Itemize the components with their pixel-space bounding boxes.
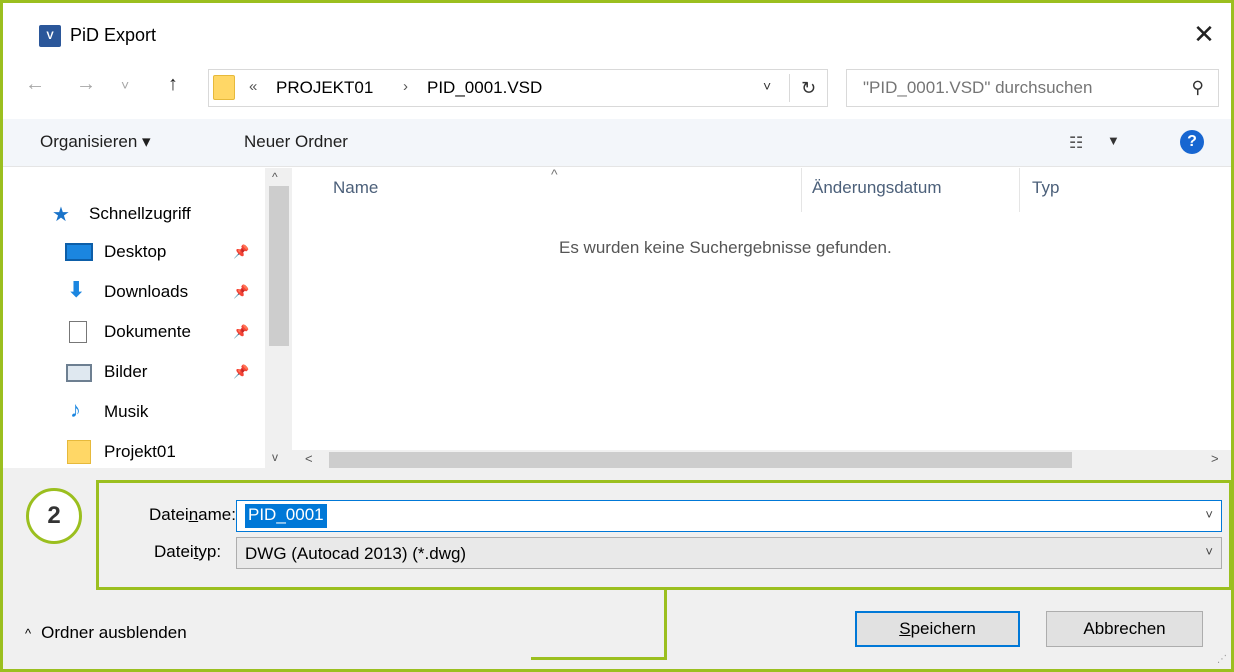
window-title: PiD Export [70, 25, 157, 45]
sidebar-item-label: Projekt01 [104, 442, 176, 461]
cancel-button[interactable]: Abbrechen [1046, 611, 1203, 647]
download-icon: ⬇ [67, 277, 86, 302]
horizontal-scroll-thumb[interactable] [329, 452, 1072, 468]
up-arrow-icon: ↑ [168, 73, 178, 95]
breadcrumb-overflow[interactable]: « [249, 78, 257, 95]
filename-label: Dateiname: [149, 505, 236, 524]
music-note-icon: ♪ [70, 397, 81, 422]
star-icon: ★ [52, 204, 70, 226]
filename-dropdown-button[interactable]: ˅ [1205, 507, 1213, 522]
chevron-down-icon: ˅ [1205, 544, 1213, 559]
sidebar-item-label: Schnellzugriff [89, 204, 191, 223]
column-header-modified[interactable]: Änderungsdatum [812, 178, 941, 198]
chevron-up-icon: ^ [25, 626, 32, 641]
column-header-name[interactable]: Name [333, 178, 378, 198]
sidebar-item-pictures[interactable]: Bilder 📌 [3, 355, 273, 389]
address-bar[interactable]: « PROJEKT01 › PID_0001.VSD ˅ ↻ [208, 69, 828, 107]
back-arrow-icon: ← [25, 73, 45, 95]
scroll-up-icon[interactable]: ^ [272, 170, 278, 184]
search-icon[interactable]: ⚲ [1192, 78, 1204, 98]
view-options-button[interactable]: ☷ [1069, 133, 1083, 153]
sidebar-item-desktop[interactable]: Desktop 📌 [3, 235, 273, 269]
hide-folders-label: Ordner ausblenden [41, 623, 187, 642]
search-input[interactable] [847, 70, 1167, 106]
file-list-horizontal-scrollbar[interactable]: < > [291, 450, 1231, 470]
column-header-type[interactable]: Typ [1032, 178, 1059, 198]
annotation-highlight-box: Dateiname: PID_0001 ˅ Dateityp: DWG (Aut… [96, 480, 1232, 590]
visio-app-icon: V [39, 25, 61, 47]
chevron-down-icon: ˅ [763, 78, 772, 94]
chevron-down-icon: ˅ [1205, 507, 1213, 522]
annotation-connector-line [531, 657, 667, 660]
pin-icon[interactable]: 📌 [233, 284, 249, 300]
pin-icon[interactable]: 📌 [233, 244, 249, 260]
chevron-down-icon: ▼ [1107, 133, 1120, 148]
scroll-down-icon[interactable]: v [272, 450, 278, 464]
close-icon: ✕ [1193, 19, 1215, 49]
save-button[interactable]: Speichern [855, 611, 1020, 647]
forward-button[interactable]: → [76, 73, 96, 96]
breadcrumb-projekt01[interactable]: PROJEKT01 [276, 78, 373, 98]
sidebar-item-label: Bilder [104, 362, 148, 381]
sort-ascending-icon: ^ [551, 166, 558, 182]
filename-input[interactable]: PID_0001 ˅ [236, 500, 1222, 532]
back-button[interactable]: ← [25, 73, 45, 96]
sidebar-item-downloads[interactable]: ⬇ Downloads 📌 [3, 275, 273, 309]
column-divider[interactable] [1019, 168, 1020, 212]
filetype-dropdown-button[interactable]: ˅ [1205, 544, 1213, 559]
close-button[interactable]: ✕ [1187, 17, 1221, 51]
recent-locations-button[interactable]: ˅ [121, 77, 129, 93]
help-icon[interactable]: ? [1180, 130, 1204, 154]
annotation-callout-number: 2 [26, 488, 82, 544]
scroll-left-icon[interactable]: < [305, 451, 313, 466]
folder-icon [213, 75, 235, 100]
picture-icon [66, 364, 92, 382]
pin-icon[interactable]: 📌 [233, 324, 249, 340]
sidebar-item-label: Dokumente [104, 322, 191, 341]
sidebar-item-quick-access[interactable]: ★ Schnellzugriff [3, 197, 273, 231]
refresh-button[interactable]: ↻ [789, 74, 827, 102]
sidebar-scrollbar[interactable]: ^ v [265, 168, 292, 468]
command-toolbar: Organisieren ▾ Neuer Ordner ☷ ▼ ? [3, 119, 1231, 167]
pin-icon[interactable]: 📌 [233, 364, 249, 380]
empty-results-message: Es wurden keine Suchergebnisse gefunden. [559, 238, 892, 257]
forward-arrow-icon: → [76, 73, 96, 95]
sidebar-item-label: Downloads [104, 282, 189, 301]
filetype-select[interactable]: DWG (Autocad 2013) (*.dwg) ˅ [236, 537, 1222, 569]
breadcrumb-separator[interactable]: › [403, 78, 408, 95]
sidebar-scroll-thumb[interactable] [269, 186, 289, 346]
chevron-down-icon: ˅ [121, 77, 130, 93]
sidebar-item-projekt01[interactable]: Projekt01 [3, 435, 273, 469]
file-list: ^ Name Änderungsdatum Typ Es wurden kein… [291, 166, 1231, 470]
view-dropdown-button[interactable]: ▼ [1107, 133, 1120, 148]
organize-button[interactable]: Organisieren ▾ [40, 132, 151, 152]
folder-icon [67, 440, 91, 464]
search-box[interactable]: ⚲ [846, 69, 1219, 107]
filetype-value: DWG (Autocad 2013) (*.dwg) [245, 544, 467, 563]
filetype-label: Dateityp: [154, 542, 222, 561]
address-dropdown-button[interactable]: ˅ [763, 78, 771, 94]
title-bar: V PiD Export ✕ [3, 3, 1231, 59]
document-icon [69, 321, 87, 343]
annotation-connector-line [664, 590, 667, 660]
sidebar-item-music[interactable]: ♪ Musik [3, 395, 273, 429]
column-divider[interactable] [801, 168, 802, 212]
sidebar-item-label: Desktop [104, 242, 167, 261]
filename-value: PID_0001 [245, 504, 327, 528]
new-folder-button[interactable]: Neuer Ordner [244, 132, 348, 152]
save-panel: 2 Dateiname: PID_0001 ˅ Dateityp: DWG (A… [3, 468, 1232, 669]
navigation-bar: ← → ˅ ↑ « PROJEKT01 › PID_0001.VSD ˅ ↻ ⚲ [3, 59, 1231, 119]
view-list-icon: ☷ [1069, 135, 1084, 152]
sidebar-item-label: Musik [104, 402, 149, 421]
refresh-icon: ↻ [800, 78, 817, 98]
breadcrumb-pid-0001[interactable]: PID_0001.VSD [427, 78, 542, 98]
desktop-icon [65, 243, 93, 261]
up-button[interactable]: ↑ [168, 73, 178, 96]
scroll-right-icon[interactable]: > [1211, 451, 1219, 466]
navigation-pane: ★ Schnellzugriff Desktop 📌 ⬇ Downloads 📌… [3, 168, 292, 469]
hide-folders-toggle[interactable]: ^ Ordner ausblenden [25, 623, 187, 643]
sidebar-item-documents[interactable]: Dokumente 📌 [3, 315, 273, 349]
resize-grip-icon[interactable]: ⋰ [1217, 654, 1227, 665]
